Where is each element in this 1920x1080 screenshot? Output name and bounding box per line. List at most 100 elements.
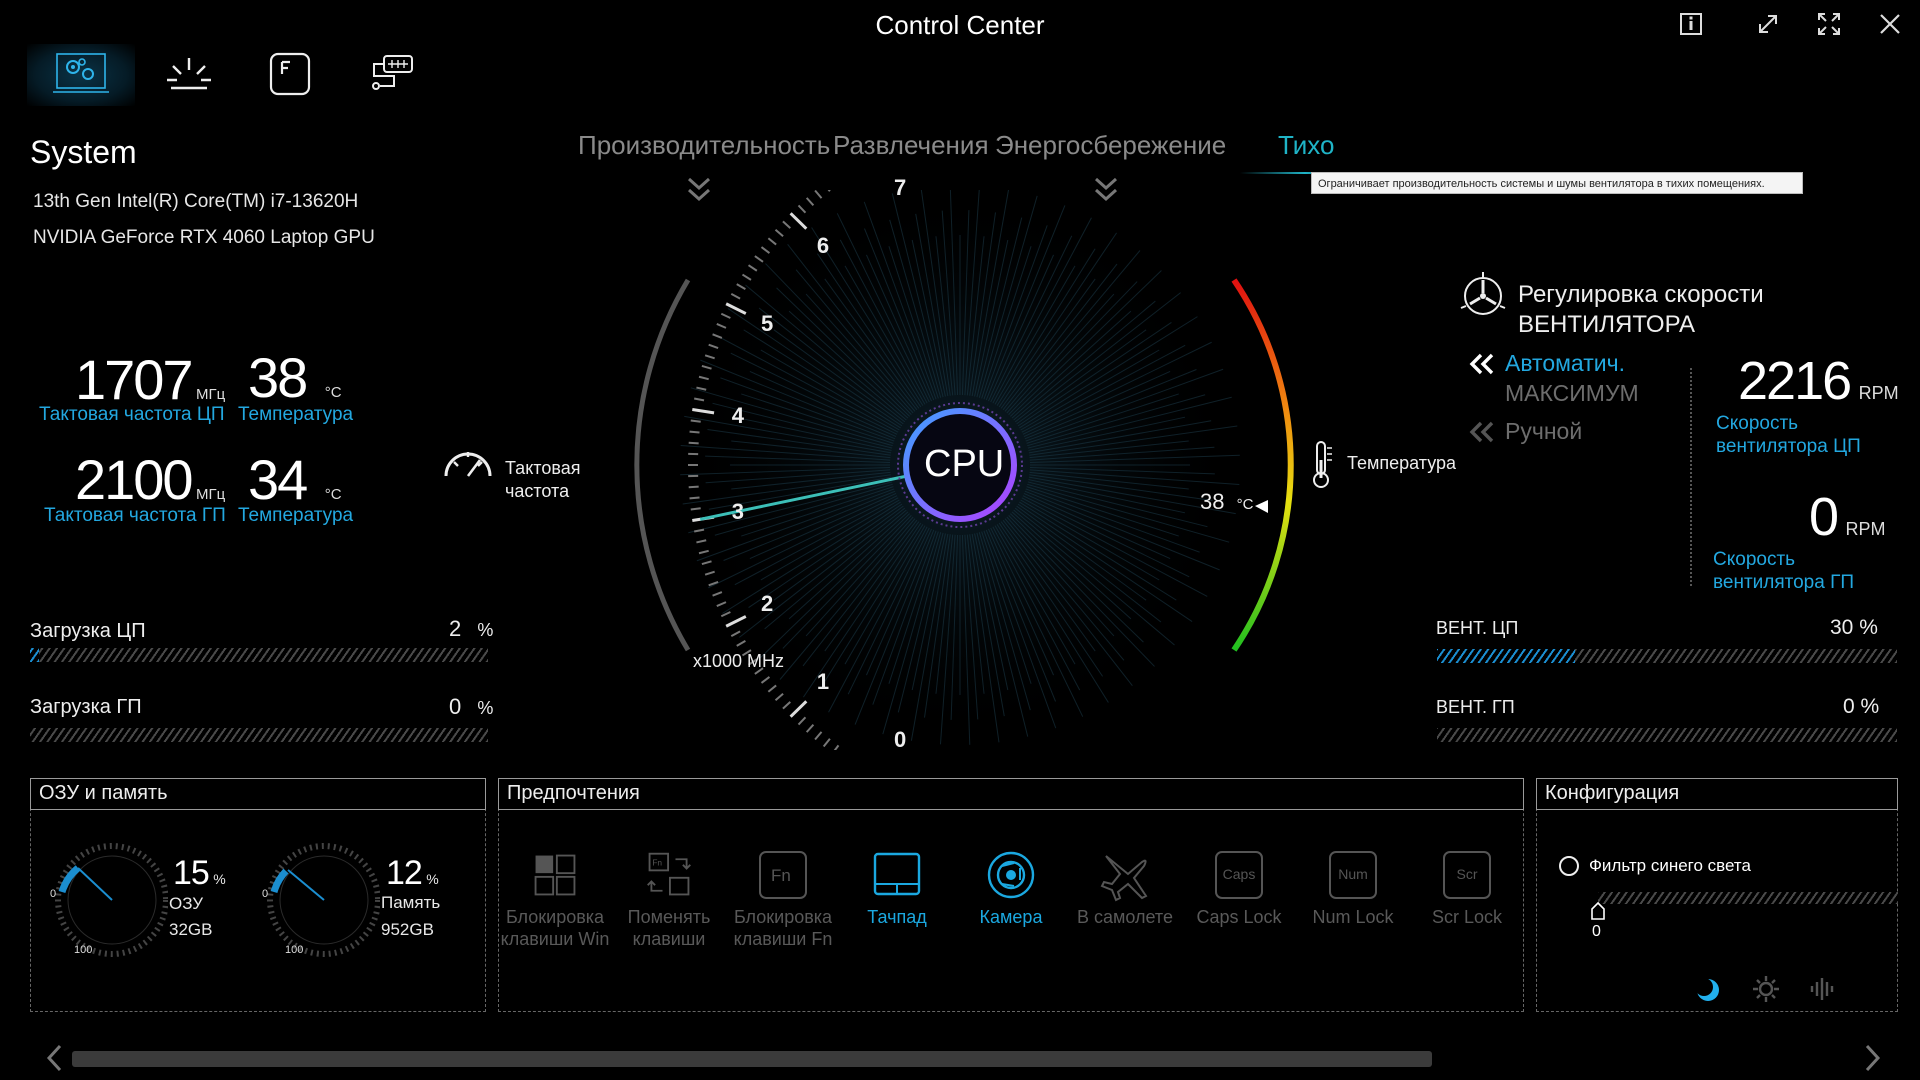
scale-tick [822,738,831,748]
night-mode-icon[interactable] [1694,976,1722,1004]
preference-toggle[interactable]: Тачпад [841,848,953,928]
cpu-fan-bar [1437,649,1897,663]
scale-tick [833,744,840,750]
storage-percent: 12 % [386,854,439,893]
preference-label-line1: Блокировка [505,907,605,927]
close-button[interactable] [1868,6,1912,42]
slider-handle-icon[interactable] [1591,902,1605,920]
preference-toggle[interactable]: Num Num Lock [1297,848,1409,928]
tab-connectivity[interactable] [338,44,446,106]
preference-toggle[interactable]: Fn Поменять клавиши [613,848,725,950]
gpu-clock-stat: 2100 МГц [75,452,225,508]
thermometer-icon [1313,441,1332,488]
configuration-panel-title: Конфигурация [1536,778,1898,810]
svg-text:Num: Num [1338,866,1368,882]
clock-label-line1: Тактовая [505,458,581,478]
gpu-fan-label-line2: вентилятора ГП [1713,572,1855,593]
gpu-fan-bar-value: 0 % [1843,695,1880,718]
scale-tick [747,264,758,272]
preference-label-line1: Caps Lock [1196,907,1282,927]
gpu-fan-rpm-value: 0 [1809,487,1839,547]
blue-filter-slider[interactable] [1598,892,1898,904]
camera-icon [984,848,1038,902]
cpu-name: 13th Gen Intel(R) Core(TM) i7-13620H [33,191,359,212]
clock-scale-unit: x1000 MHz [693,651,785,671]
horizontal-scrollbar[interactable] [72,1051,1432,1067]
gpu-fan-bar [1437,728,1897,742]
mode-entertainment[interactable]: Развлечения [833,130,989,161]
windows-lock-icon [528,848,582,902]
airplane-icon [1098,848,1152,902]
gears-icon [53,53,109,93]
scale-tick [767,237,777,246]
fullscreen-button[interactable] [1807,6,1851,42]
preference-toggle[interactable]: Блокировка клавиши Win [499,848,611,950]
light-icon [167,58,211,90]
restore-button[interactable] [1746,6,1790,42]
preference-label-line1: Scr Lock [1431,907,1503,927]
svg-text:Fn: Fn [652,858,662,868]
fan-divider [1690,368,1694,586]
scale-tick [760,676,771,684]
preference-toggle[interactable]: Fn Блокировка клавиши Fn [727,848,839,950]
scroll-left-arrow-icon[interactable] [44,1043,66,1073]
cpu-fan-rpm-unit: RPM [1858,383,1899,403]
preference-toggle[interactable]: В самолете [1069,848,1181,928]
scale-tick [754,255,764,263]
gpu-clock-unit: МГц [196,486,226,503]
fan-mode-manual[interactable]: Ручной [1505,418,1582,445]
scale-number: 4 [731,402,744,428]
scroll-right-arrow-icon[interactable] [1861,1043,1883,1073]
cpu-clock-label: Тактовая частота ЦП [39,404,225,425]
preference-toggle[interactable]: Камера [955,848,1067,928]
cpu-load-bar-fill [30,648,40,662]
gpu-name: NVIDIA GeForce RTX 4060 Laptop GPU [33,227,375,248]
preference-toggle[interactable]: Scr Scr Lock [1411,848,1523,928]
tab-fn-keys[interactable] [236,44,344,106]
scroll-lock-icon: Scr [1440,848,1494,902]
cpu-clock-value: 1707 [75,348,194,411]
scale-tick [797,204,807,214]
gpu-load-value: 0 [449,694,462,719]
gpu-clock-value: 2100 [75,448,194,511]
tab-lighting[interactable] [135,44,243,106]
fan-title: Регулировка скорости ВЕНТИЛЯТОРА [1518,280,1764,340]
scale-tick [797,716,807,726]
gpu-fan-label: Скорость вентилятора ГП [1713,548,1854,594]
cpu-fan-label-line2: вентилятора ЦП [1716,436,1861,457]
cpu-temp-label: Температура [238,404,354,425]
sun-icon[interactable] [1751,974,1781,1004]
mode-quiet[interactable]: Тихо [1278,130,1334,161]
gpu-load-bar [30,728,488,742]
storage-size: 952GB [381,920,434,939]
cpu-fan-bar-label: ВЕНТ. ЦП [1436,618,1519,638]
mode-tooltip: Ограничивает производительность системы … [1311,172,1803,194]
info-button[interactable] [1669,6,1713,42]
sound-wave-icon[interactable] [1808,974,1838,1004]
scale-tick [814,190,823,199]
storage-percent-value: 12 [386,854,423,892]
ram-dial-min: 0 [50,888,57,900]
fan-mode-max[interactable]: МАКСИМУМ [1505,380,1639,407]
storage-percent-sign: % [426,871,439,887]
preference-toggle[interactable]: Caps Caps Lock [1183,848,1295,928]
mode-power-saving[interactable]: Энергосбережение [995,130,1226,161]
mode-performance[interactable]: Производительность [578,130,830,161]
title-bar: Control Center [0,0,1920,46]
ram-dial-needle [77,867,113,901]
scale-number: 0 [894,726,907,752]
preference-label-line1: Num Lock [1312,907,1394,927]
preferences-panel-title: Предпочтения [498,778,1524,810]
storage-dial-max: 100 [285,944,304,956]
ram-label: ОЗУ [169,894,204,913]
fullscreen-icon [1818,13,1840,35]
scale-tick [782,220,791,229]
scale-tick [814,731,823,741]
fan-mode-auto[interactable]: Автоматич. [1505,350,1625,377]
app-title: Control Center [875,10,1045,40]
memory-panel-title: ОЗУ и память [30,778,486,810]
scale-tick [689,430,700,434]
gpu-temp-unit: °C [324,486,342,503]
moon-icon [1559,856,1579,876]
tab-system-settings[interactable] [27,44,135,106]
